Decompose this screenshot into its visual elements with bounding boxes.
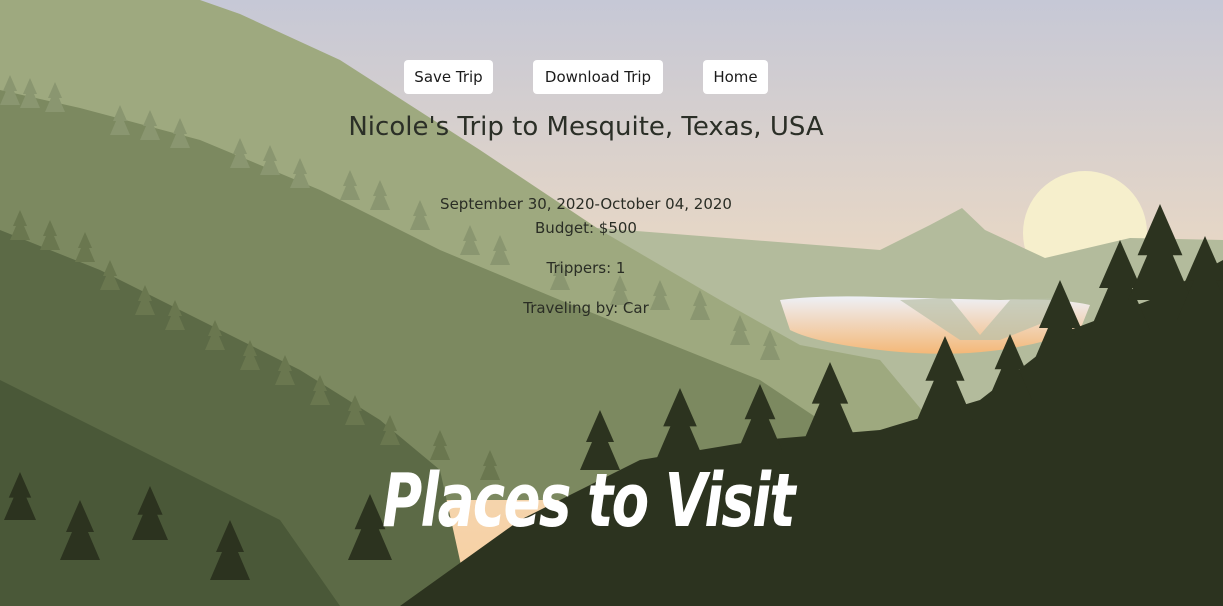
trip-budget: Budget: $500: [535, 219, 637, 237]
places-to-visit-heading: Places to Visit: [382, 458, 795, 544]
trip-title: Nicole's Trip to Mesquite, Texas, USA: [348, 112, 824, 142]
trip-page: Save Trip Download Trip Home Nicole's Tr…: [0, 0, 1223, 606]
trip-trippers: Trippers: 1: [546, 259, 626, 277]
trip-dates: September 30, 2020-October 04, 2020: [440, 195, 732, 213]
trip-travel-mode: Traveling by: Car: [523, 299, 649, 317]
save-trip-button[interactable]: Save Trip: [404, 60, 493, 94]
home-button[interactable]: Home: [703, 60, 768, 94]
download-trip-button[interactable]: Download Trip: [533, 60, 663, 94]
